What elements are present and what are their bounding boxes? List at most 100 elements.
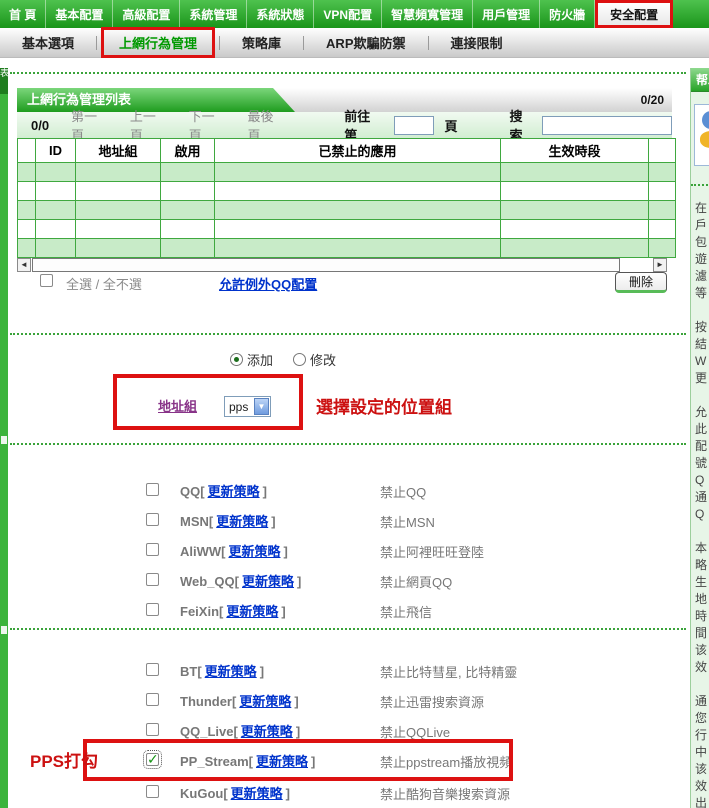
- app-row-webqq: Web_QQ[更新策略] 禁止網頁QQ: [146, 571, 159, 589]
- select-all-checkbox[interactable]: [40, 274, 53, 287]
- bt-checkbox[interactable]: [146, 663, 159, 676]
- group-hint-annotation: 選擇設定的位置組: [316, 393, 452, 418]
- ppstream-checkbox[interactable]: [146, 753, 159, 766]
- subnav-item-connection-limit[interactable]: 連接限制: [433, 27, 521, 58]
- scroll-right-icon[interactable]: ►: [653, 258, 667, 272]
- app-row-ppstream: PP_Stream[更新策略] 禁止ppstream播放視頻: [146, 751, 159, 769]
- topnav-item-basic-config[interactable]: 基本配置: [46, 0, 113, 28]
- delete-button[interactable]: 刪除: [615, 272, 667, 293]
- subnav-item-arp-defense[interactable]: ARP欺騙防禦: [308, 27, 423, 58]
- webqq-checkbox[interactable]: [146, 573, 159, 586]
- col-effective-period: 生效時段: [501, 139, 649, 163]
- mode-radio-group: 添加 修改: [230, 350, 356, 368]
- pagination-bar: 0/0 第一頁 上一頁 下一頁 最後頁 前往 第 頁 搜索: [17, 112, 672, 138]
- help-text: 在戶包遊濾等按結W更允此配號Q通Q本略生地時間该效通您行中该效出禁生動: [695, 200, 709, 808]
- app-row-feixin: FeiXin[更新策略] 禁止飛信: [146, 601, 159, 619]
- search-input[interactable]: [542, 116, 672, 135]
- table-row: [18, 220, 676, 239]
- app-row-thunder: Thunder[更新策略] 禁止迅雷搜索資源: [146, 691, 159, 709]
- app-name: FeiXin[: [180, 604, 223, 619]
- topnav-item-bandwidth-management[interactable]: 智慧頻寬管理: [382, 0, 473, 28]
- aliww-checkbox[interactable]: [146, 543, 159, 556]
- qq-checkbox[interactable]: [146, 483, 159, 496]
- topnav-item-system-management[interactable]: 系統管理: [180, 0, 247, 28]
- kugou-update-policy-link[interactable]: 更新策略: [231, 786, 283, 801]
- aliww-update-policy-link[interactable]: 更新策略: [228, 544, 280, 559]
- table-row: [18, 182, 676, 201]
- allow-qq-exception-link[interactable]: 允許例外QQ配置: [219, 274, 317, 293]
- feixin-update-policy-link[interactable]: 更新策略: [226, 604, 278, 619]
- sub-nav: 基本選項 上網行為管理 策略庫 ARP欺騙防禦 連接限制: [0, 28, 709, 58]
- topnav-item-security-config[interactable]: 安全配置: [595, 0, 673, 28]
- feixin-checkbox[interactable]: [146, 603, 159, 616]
- app-desc: 禁止網頁QQ: [380, 572, 452, 591]
- app-name: Web_QQ[: [180, 574, 239, 589]
- topnav-item-firewall[interactable]: 防火牆: [540, 0, 595, 28]
- top-nav: 首 頁 基本配置 高級配置 系統管理 系統狀態 VPN配置 智慧頻寬管理 用戶管…: [0, 0, 709, 28]
- divider: [219, 36, 220, 50]
- help-panel: 帮助 在戶包遊濾等按結W更允此配號Q通Q本略生地時間该效通您行中该效出禁生動: [690, 68, 709, 808]
- app-desc: 禁止比特彗星, 比特精靈: [380, 662, 517, 681]
- address-group-link[interactable]: 地址組: [158, 396, 197, 415]
- app-desc: 禁止QQ: [380, 482, 426, 501]
- app-desc: 禁止酷狗音樂搜索資源: [380, 784, 510, 803]
- app-name: BT[: [180, 664, 202, 679]
- subnav-item-policy-library[interactable]: 策略庫: [224, 27, 299, 58]
- bt-update-policy-link[interactable]: 更新策略: [205, 664, 257, 679]
- scroll-left-icon[interactable]: ◄: [17, 258, 31, 272]
- topnav-item-advanced-config[interactable]: 高級配置: [113, 0, 180, 28]
- subnav-item-basic-options[interactable]: 基本選項: [4, 27, 92, 58]
- add-mode-label[interactable]: 添加: [247, 350, 273, 369]
- scrollbar-thumb[interactable]: [32, 258, 620, 272]
- col-select: [18, 139, 36, 163]
- topnav-item-system-status[interactable]: 系統狀態: [247, 0, 314, 28]
- topnav-item-home[interactable]: 首 頁: [0, 0, 46, 28]
- help-panel-title: 帮助: [691, 68, 709, 92]
- add-mode-radio[interactable]: [230, 353, 243, 366]
- left-collapse-strip[interactable]: [0, 68, 8, 808]
- left-collapse-tab[interactable]: 表: [0, 68, 8, 94]
- horizontal-scrollbar[interactable]: ◄ ►: [17, 258, 675, 272]
- ppstream-update-policy-link[interactable]: 更新策略: [256, 754, 308, 769]
- msn-checkbox[interactable]: [146, 513, 159, 526]
- col-address-group: 地址組: [76, 139, 161, 163]
- subnav-item-behavior-management[interactable]: 上網行為管理: [101, 27, 215, 58]
- divider: [96, 36, 97, 50]
- app-desc: 禁止ppstream播放視頻: [380, 752, 512, 771]
- col-extra: [649, 139, 676, 163]
- thunder-checkbox[interactable]: [146, 693, 159, 706]
- table-row: [18, 239, 676, 258]
- modify-mode-radio[interactable]: [293, 353, 306, 366]
- section-divider: [10, 333, 686, 335]
- app-desc: 禁止迅雷搜索資源: [380, 692, 484, 711]
- app-desc: 禁止MSN: [380, 512, 435, 531]
- page-ratio: 0/0: [31, 118, 49, 133]
- msn-update-policy-link[interactable]: 更新策略: [216, 514, 268, 529]
- divider: [691, 184, 709, 186]
- app-name: Thunder[: [180, 694, 236, 709]
- webqq-update-policy-link[interactable]: 更新策略: [242, 574, 294, 589]
- topnav-item-user-management[interactable]: 用戶管理: [473, 0, 540, 28]
- modify-mode-label[interactable]: 修改: [310, 350, 336, 369]
- table-row: [18, 163, 676, 182]
- kugou-checkbox[interactable]: [146, 785, 159, 798]
- help-iconbox: [694, 104, 709, 166]
- topnav-item-vpn-config[interactable]: VPN配置: [314, 0, 382, 28]
- strip-notch: [1, 436, 7, 444]
- strip-notch: [1, 626, 7, 634]
- behavior-rule-table: ID 地址組 啟用 已禁止的應用 生效時段: [17, 138, 676, 258]
- address-group-highlight-box: [113, 374, 303, 430]
- thunder-update-policy-link[interactable]: 更新策略: [239, 694, 291, 709]
- qq-update-policy-link[interactable]: 更新策略: [208, 484, 260, 499]
- address-group-select[interactable]: pps ▼: [224, 396, 271, 417]
- chevron-down-icon[interactable]: ▼: [254, 398, 269, 415]
- col-enabled: 啟用: [161, 139, 215, 163]
- qqlive-checkbox[interactable]: [146, 723, 159, 736]
- qqlive-update-policy-link[interactable]: 更新策略: [241, 724, 293, 739]
- app-desc: 禁止阿裡旺旺登陸: [380, 542, 484, 561]
- goto-page-input[interactable]: [394, 116, 434, 135]
- list-count-badge: 0/20: [641, 88, 664, 112]
- table-header-row: ID 地址組 啟用 已禁止的應用 生效時段: [18, 139, 676, 163]
- app-row-aliww: AliWW[更新策略] 禁止阿裡旺旺登陸: [146, 541, 159, 559]
- app-row-qq: QQ[更新策略] 禁止QQ: [146, 481, 159, 499]
